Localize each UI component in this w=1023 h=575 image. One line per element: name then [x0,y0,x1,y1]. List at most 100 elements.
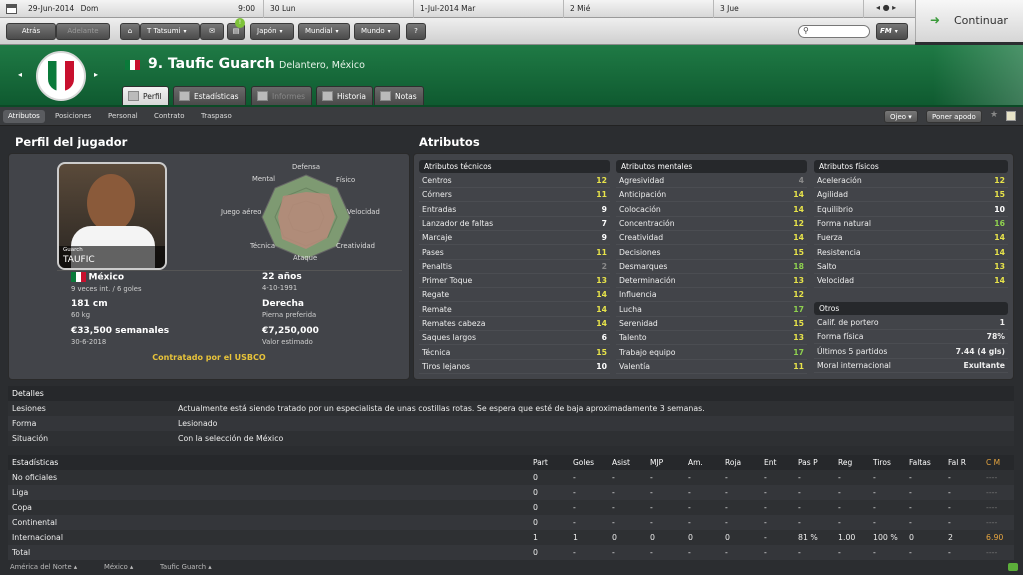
day-cell[interactable]: 2 Mié [564,0,714,18]
manager-menu[interactable]: T Tatsumi ▾ [140,23,200,40]
technical-attribute-row[interactable]: Centros 12 [419,174,610,188]
mental-attribute-row[interactable]: Talento 13 [616,331,807,346]
mail-button[interactable]: ✉ [200,23,224,40]
mental-attribute-row[interactable]: Anticipación 14 [616,188,807,203]
forward-button[interactable]: Adelante [56,23,110,40]
tab-stats[interactable]: Estadísticas [173,86,246,105]
others-attribute-row[interactable]: Calif. de portero 1 [814,316,1008,330]
stats-column-header[interactable]: Ent [764,455,776,470]
mental-attribute-row[interactable]: Agresividad 4 [616,174,807,188]
technical-attribute-row[interactable]: Técnica 15 [419,346,610,360]
tab-history[interactable]: Historia [316,86,373,105]
prev-player-icon[interactable]: ◂ [18,70,22,79]
next-icon[interactable]: ▸ [892,3,896,12]
physical-attribute-row[interactable]: Agilidad 15 [814,188,1008,203]
world-menu[interactable]: Mundo ▾ [354,23,400,40]
mental-attribute-row[interactable]: Desmarques 18 [616,260,807,274]
technical-attribute-row[interactable]: Remate 14 [419,303,610,317]
stats-row[interactable]: Internacional 1 1 0 0 0 0 - 81 % 1.00 100 % 0 2 6.90 [8,530,1014,545]
physical-attribute-row[interactable]: Salto 13 [814,260,1008,274]
others-attribute-row[interactable]: Moral internacional Exultante [814,359,1008,373]
stats-column-header[interactable]: Reg [838,455,852,470]
prev-icon[interactable]: ◂ [876,3,880,12]
home-button[interactable]: ⌂ [120,23,140,40]
continue-button[interactable]: ➜ Continuar [915,0,1023,42]
contract-status[interactable]: Contratado por el USBCO [9,353,409,362]
mental-attribute-row[interactable]: Colocación 14 [616,203,807,217]
technical-attribute-row[interactable]: Tiros lejanos 10 [419,360,610,374]
fm-menu[interactable]: FM ▾ [876,23,908,40]
stats-row[interactable]: No oficiales 0- - - - - - - - - - - ---- [8,470,1014,485]
physical-attribute-row[interactable]: Fuerza 14 [814,231,1008,246]
stats-column-header[interactable]: Am. [688,455,703,470]
mental-attribute-row[interactable]: Decisiones 15 [616,246,807,260]
day-cell[interactable]: 1-Jul-2014 Mar [414,0,564,18]
stats-row[interactable]: Total 0- - - - - - - - - - - ---- [8,545,1014,560]
physical-attribute-row[interactable]: Forma natural 16 [814,217,1008,231]
stats-column-header[interactable]: Pas P [798,455,818,470]
scout-menu[interactable]: Ojeo ▾ [884,110,918,123]
mental-attribute-row[interactable]: Creatividad 14 [616,231,807,246]
note-icon[interactable] [1006,111,1016,121]
technical-attribute-row[interactable]: Lanzador de faltas 7 [419,217,610,231]
physical-attribute-row[interactable]: Velocidad 14 [814,274,1008,289]
physical-attribute-row[interactable]: Aceleración 12 [814,174,1008,188]
technical-attribute-row[interactable]: Marcaje 9 [419,231,610,246]
stats-column-header[interactable]: MJP [650,455,663,470]
technical-attribute-row[interactable]: Penaltis 2 [419,260,610,274]
mental-attribute-row[interactable]: Concentración 12 [616,217,807,231]
physical-attribute-row[interactable]: Resistencia 14 [814,246,1008,260]
breadcrumb-item[interactable]: América del Norte ▴ [10,563,77,571]
stats-column-header[interactable]: Faltas [909,455,931,470]
worldwide-menu[interactable]: Mundial ▾ [298,23,350,40]
tab-reports[interactable]: Informes [251,86,312,105]
tab-profile[interactable]: Perfil [122,86,169,105]
technical-attribute-row[interactable]: Pases 11 [419,246,610,260]
japan-menu[interactable]: Japón ▾ [250,23,294,40]
star-icon[interactable]: ★ [990,110,998,120]
stats-column-header[interactable]: Goles [573,455,594,470]
mental-attribute-row[interactable]: Determinación 13 [616,274,807,289]
technical-attribute-row[interactable]: Córners 11 [419,188,610,203]
nickname-button[interactable]: Poner apodo [926,110,982,123]
breadcrumb-item[interactable]: México ▴ [104,563,133,571]
others-attribute-row[interactable]: Forma física 78% [814,330,1008,345]
stats-row[interactable]: Copa 0- - - - - - - - - - - ---- [8,500,1014,515]
breadcrumb-item[interactable]: Taufic Guarch ▴ [160,563,212,571]
stats-column-header[interactable]: Asist [612,455,630,470]
subnav-transfer[interactable]: Traspaso [196,110,237,123]
stats-column-header[interactable]: Fal R [948,455,966,470]
search-input[interactable]: ⚲ [798,25,870,38]
stats-row[interactable]: Liga 0- - - - - - - - - - - ---- [8,485,1014,500]
stats-row[interactable]: Continental 0- - - - - - - - - - - ---- [8,515,1014,530]
technical-attribute-row[interactable]: Regate 14 [419,288,610,303]
back-button[interactable]: Atrás [6,23,56,40]
day-cell[interactable]: 3 Jue [714,0,864,18]
tab-notes[interactable]: Notas [374,86,424,105]
inbox-button[interactable]: ▤ ! [227,18,245,40]
mental-attribute-row[interactable]: Valentía 11 [616,360,807,374]
physical-attribute-row[interactable]: Equilibrio 10 [814,203,1008,217]
current-day-cell[interactable]: 29-Jun-2014 Dom 9:00 [0,0,264,18]
mental-attribute-row[interactable]: Influencia 12 [616,288,807,303]
technical-attribute-row[interactable]: Primer Toque 13 [419,274,610,289]
day-cell[interactable]: 30 Lun [264,0,414,18]
subnav-attributes[interactable]: Atributos [3,110,45,123]
subnav-personal[interactable]: Personal [103,110,143,123]
mental-attribute-row[interactable]: Trabajo equipo 17 [616,346,807,360]
calendar-nav[interactable]: ◂ ● ▸ [876,3,896,12]
stats-column-header[interactable]: Tiros [873,455,891,470]
stats-column-header[interactable]: Part [533,455,548,470]
stats-column-header[interactable]: Roja [725,455,741,470]
others-attribute-row[interactable]: Últimos 5 partidos 7.44 (4 gls) [814,345,1008,359]
help-button[interactable]: ? [406,23,426,40]
subnav-contract[interactable]: Contrato [149,110,190,123]
next-player-icon[interactable]: ▸ [94,70,98,79]
subnav-positions[interactable]: Posiciones [50,110,96,123]
mental-attribute-row[interactable]: Serenidad 15 [616,317,807,331]
mental-attribute-row[interactable]: Lucha 17 [616,303,807,317]
technical-attribute-row[interactable]: Saques largos 6 [419,331,610,346]
technical-attribute-row[interactable]: Entradas 9 [419,203,610,217]
technical-attribute-row[interactable]: Remates cabeza 14 [419,317,610,331]
today-icon[interactable]: ● [883,3,890,12]
